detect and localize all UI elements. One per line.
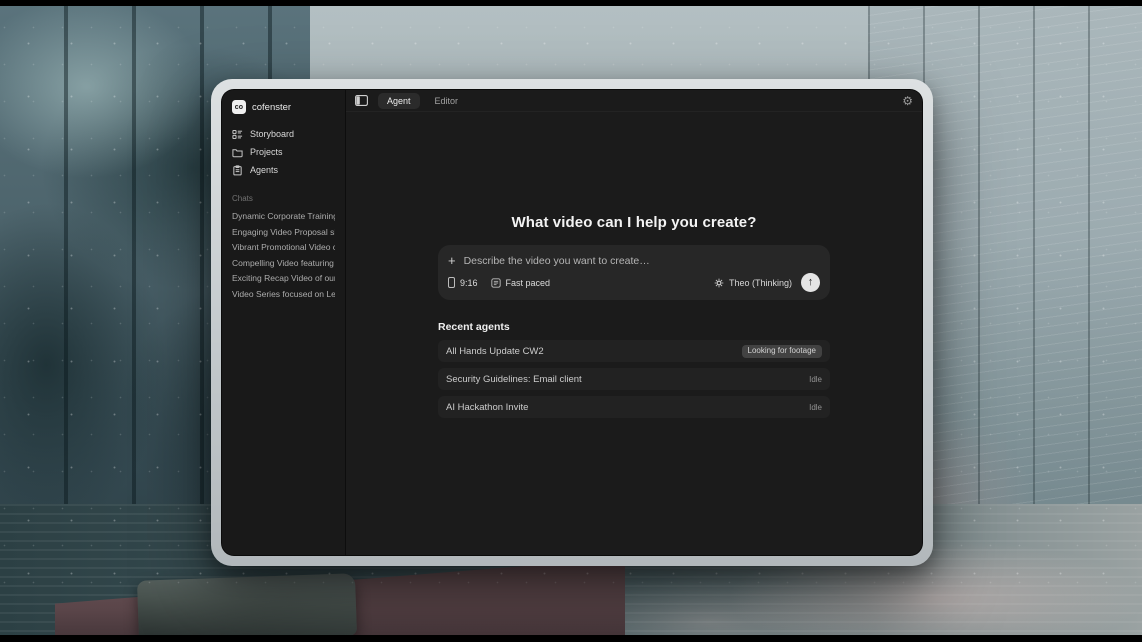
sidebar-item-label: Projects: [250, 147, 283, 157]
storyboard-icon: [232, 129, 243, 140]
pacing-icon: [491, 278, 501, 288]
chat-item[interactable]: Exciting Recap Video of our recen…: [232, 271, 335, 287]
chat-item[interactable]: Vibrant Promotional Video capturi…: [232, 240, 335, 256]
sidebar-item-label: Storyboard: [250, 129, 294, 139]
chat-item[interactable]: Engaging Video Proposal showca…: [232, 225, 335, 241]
sidebar-toggle-icon[interactable]: [355, 95, 368, 106]
tab-agent[interactable]: Agent: [378, 93, 420, 109]
send-button[interactable]: ↑: [801, 273, 820, 292]
agent-row[interactable]: All Hands Update CW2 Looking for footage: [438, 340, 830, 362]
sparkle-icon: [714, 278, 724, 288]
clipboard-icon: [232, 165, 243, 176]
agent-title: AI Hackathon Invite: [446, 402, 809, 413]
composer-options-row: 9:16 Fast paced: [448, 273, 820, 292]
portrait-phone-icon: [448, 277, 455, 288]
folder-icon: [232, 147, 243, 158]
chat-item[interactable]: Video Series focused on Leaders…: [232, 287, 335, 303]
status-text: Idle: [809, 403, 822, 412]
composer-input-row: +: [448, 254, 820, 267]
model-selector[interactable]: Theo (Thinking): [714, 278, 792, 288]
agent-title: All Hands Update CW2: [446, 346, 742, 357]
recent-agents-header: Recent agents: [438, 321, 830, 333]
brand-row: co cofenster: [232, 99, 335, 115]
video-description-input[interactable]: [464, 255, 820, 267]
sidebar: co cofenster Storyboard: [222, 90, 346, 555]
aspect-ratio-value: 9:16: [460, 278, 478, 288]
chats-header: Chats: [232, 194, 335, 203]
chat-item[interactable]: Dynamic Corporate Training Vide…: [232, 209, 335, 225]
sidebar-item-label: Agents: [250, 165, 278, 175]
brand-name: cofenster: [252, 102, 291, 113]
pacing-chip[interactable]: Fast paced: [491, 278, 551, 288]
composer-right-group: Theo (Thinking) ↑: [714, 273, 820, 292]
agent-row[interactable]: AI Hackathon Invite Idle: [438, 396, 830, 418]
sidebar-item-projects[interactable]: Projects: [232, 145, 335, 159]
video-prompt-composer: + 9:16: [438, 245, 830, 300]
app-panel: co cofenster Storyboard: [221, 89, 923, 556]
status-text: Idle: [809, 375, 822, 384]
sidebar-item-storyboard[interactable]: Storyboard: [232, 127, 335, 141]
chat-item[interactable]: Compelling Video featuring empl…: [232, 256, 335, 272]
agent-row[interactable]: Security Guidelines: Email client Idle: [438, 368, 830, 390]
agent-title: Security Guidelines: Email client: [446, 374, 809, 385]
main-content: What video can I help you create? + 9:16: [346, 112, 922, 555]
main-area: Agent Editor ⚙ What video can I help you…: [346, 90, 922, 555]
agent-list: All Hands Update CW2 Looking for footage…: [438, 340, 830, 418]
aspect-ratio-chip[interactable]: 9:16: [448, 277, 478, 288]
settings-gear-icon[interactable]: ⚙: [902, 95, 913, 107]
status-badge: Looking for footage: [742, 345, 823, 358]
sidebar-item-agents[interactable]: Agents: [232, 163, 335, 177]
app-window: co cofenster Storyboard: [211, 79, 933, 566]
chat-list: Dynamic Corporate Training Vide… Engagin…: [232, 209, 335, 303]
tab-editor[interactable]: Editor: [426, 93, 468, 109]
topbar: Agent Editor ⚙: [346, 90, 922, 112]
pacing-value: Fast paced: [506, 278, 551, 288]
sidebar-nav: Storyboard Projects Agents: [232, 127, 335, 177]
cofenster-logo: co: [232, 100, 246, 114]
page-title: What video can I help you create?: [511, 214, 756, 231]
plus-icon[interactable]: +: [448, 254, 456, 267]
recent-agents-section: Recent agents All Hands Update CW2 Looki…: [438, 321, 830, 418]
model-name: Theo (Thinking): [729, 278, 792, 288]
